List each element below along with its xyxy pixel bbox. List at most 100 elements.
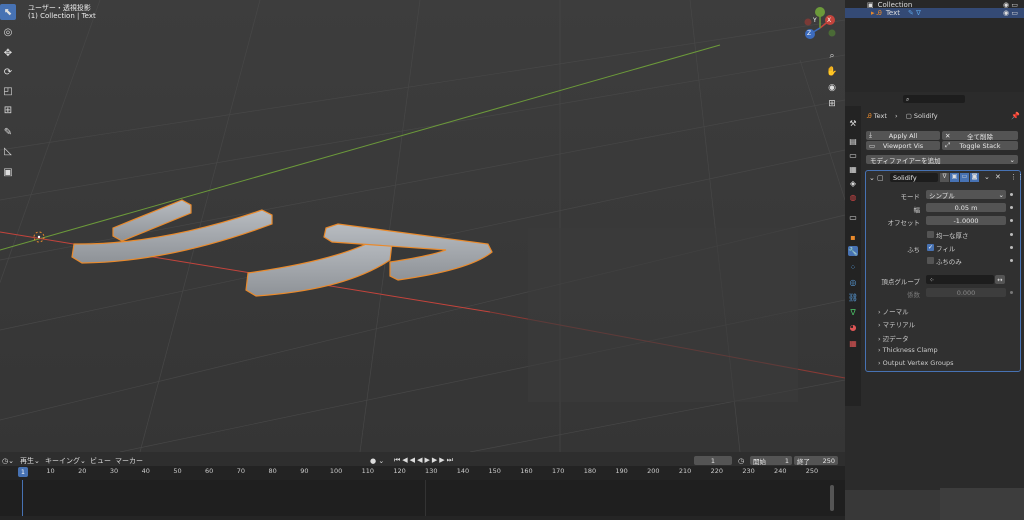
output-tab-icon[interactable]: ▭ <box>848 150 858 160</box>
record-icon[interactable]: ● ⌄ <box>370 456 384 465</box>
drag-handle-icon[interactable]: ⋮⋮ <box>1010 173 1024 181</box>
modifier-name-field[interactable]: Solidify <box>890 173 938 182</box>
data-tab-icon[interactable]: ∇ <box>848 307 858 317</box>
search-input[interactable]: ⌕ <box>903 95 965 103</box>
fill-checkbox[interactable]: ✓ <box>927 244 934 251</box>
visibility-icon[interactable]: ◉ ▭ <box>1003 9 1018 17</box>
section-materials[interactable]: › マテリアル <box>878 319 915 329</box>
solidify-modifier-icon: ▢ <box>877 174 884 182</box>
menu-keying[interactable]: キーイング ⌄ <box>45 456 86 465</box>
even-thickness-label: 均一な厚さ <box>936 232 969 240</box>
material-tab-icon[interactable]: ◕ <box>848 322 858 332</box>
factor-label: 係数 <box>907 291 920 299</box>
keyframe-dot[interactable] <box>1010 259 1013 262</box>
timeline-tick-label: 40 <box>141 467 150 475</box>
menu-playback[interactable]: 再生 ⌄ <box>20 456 40 465</box>
timeline-tick-label: 250 <box>805 467 819 475</box>
camera-icon[interactable]: ◉ <box>826 82 838 94</box>
delete-all-button[interactable]: ✕ 全て削除 <box>942 131 1018 141</box>
pin-icon[interactable]: 📌 <box>1011 112 1020 120</box>
grid-icon[interactable]: ⊞ <box>826 98 838 110</box>
scene-tab-icon[interactable]: ◈ <box>848 178 858 188</box>
select-tool-icon[interactable]: ⬉ <box>0 4 16 20</box>
cursor-tool-icon[interactable]: ◎ <box>0 24 16 40</box>
collapse-chevron-icon[interactable]: ⌄ <box>869 174 875 182</box>
remove-modifier-icon[interactable]: ✕ <box>995 173 1001 181</box>
apply-all-button[interactable]: ⤓ Apply All <box>866 131 940 140</box>
timeline-tick-label: 160 <box>520 467 533 475</box>
section-normals[interactable]: › ノーマル <box>878 306 909 316</box>
playhead-marker[interactable]: 1 <box>18 467 28 477</box>
viewport-icon[interactable]: ▭ <box>960 173 969 182</box>
menu-marker[interactable]: マーカー <box>115 456 143 465</box>
object-tab-icon[interactable]: ▪ <box>848 232 858 242</box>
zoom-icon[interactable]: ⌕ <box>826 50 838 62</box>
gizmo-x-label[interactable]: X <box>827 17 831 24</box>
section-edge-data[interactable]: › 辺データ <box>878 333 909 343</box>
keyframe-dot[interactable] <box>1010 219 1013 222</box>
timeline-tick-label: 50 <box>173 467 182 475</box>
transform-tool-icon[interactable]: ⊞ <box>0 102 16 118</box>
add-cube-tool-icon[interactable]: ▣ <box>0 164 16 180</box>
timeline-tick-label: 20 <box>78 467 87 475</box>
end-frame-field[interactable]: 終了 250 <box>794 456 838 466</box>
gizmo-y-label[interactable]: Y <box>813 17 817 24</box>
width-field[interactable]: 0.05 m <box>926 203 1006 212</box>
hand-icon[interactable]: ✋ <box>826 66 838 78</box>
keyframe-dot[interactable] <box>1010 291 1013 294</box>
keyframe-dot[interactable] <box>1010 193 1013 196</box>
edit-mode-icon[interactable]: ∇ <box>940 173 949 182</box>
start-frame-field[interactable]: 開始 1 <box>750 456 792 466</box>
keyframe-dot[interactable] <box>1010 206 1013 209</box>
keyframe-dot[interactable] <box>1010 246 1013 249</box>
offset-field[interactable]: -1.0000 <box>926 216 1006 225</box>
current-frame-field[interactable]: 1 <box>694 456 732 465</box>
particles-tab-icon[interactable]: ⁘ <box>848 262 858 272</box>
render-icon[interactable]: ◙ <box>970 173 979 182</box>
expand-icon: ⤢ <box>945 141 951 149</box>
timeline-tick-label: 210 <box>678 467 692 475</box>
editor-type-icon[interactable]: ◷⌄ <box>2 456 14 465</box>
rotate-tool-icon[interactable]: ⟳ <box>0 64 16 80</box>
scale-tool-icon[interactable]: ◰ <box>0 83 16 99</box>
even-thickness-checkbox[interactable] <box>927 231 934 238</box>
search-icon: ⌕ <box>906 96 910 103</box>
gizmo-z-label[interactable]: Z <box>807 30 811 37</box>
fill-label: フィル <box>936 245 956 253</box>
viewport-vis-button[interactable]: ▭ Viewport Vis <box>866 141 940 150</box>
menu-view[interactable]: ビュー <box>90 456 111 465</box>
view-layer-tab-icon[interactable]: ▦ <box>848 164 858 174</box>
factor-field[interactable]: 0.000 <box>926 288 1006 297</box>
tool-tab-icon[interactable]: ⚒ <box>848 118 858 128</box>
invert-toggle[interactable]: ↔ <box>995 275 1005 284</box>
timeline-divider <box>425 480 426 516</box>
playback-controls[interactable]: ⏮◀◀◀▶▶▶⏭ <box>394 456 455 465</box>
rim-only-checkbox[interactable] <box>927 257 934 264</box>
timeline-tick-label: 170 <box>551 467 565 475</box>
timeline-tick-label: 10 <box>46 467 55 475</box>
add-modifier-dropdown[interactable]: モディファイアーを追加 ⌄ <box>866 155 1018 165</box>
move-tool-icon[interactable]: ✥ <box>0 45 16 61</box>
keyframe-dot[interactable] <box>1010 233 1013 236</box>
timeline-tick-label: 70 <box>236 467 246 475</box>
dropdown-chevron-icon[interactable]: ⌄ <box>984 173 990 181</box>
timeline-body[interactable] <box>0 480 845 516</box>
cage-icon[interactable]: ▣ <box>950 173 959 182</box>
render-tab-icon[interactable]: ▤ <box>848 136 858 146</box>
timeline-tick-label: 120 <box>393 467 406 475</box>
toggle-stack-button[interactable]: ⤢ Toggle Stack <box>942 141 1018 150</box>
modifier-icon: ▢ <box>905 112 914 120</box>
section-output-vertex-groups[interactable]: › Output Vertex Groups <box>878 359 953 367</box>
vertex-group-field[interactable]: ⁘ <box>926 275 994 284</box>
3d-viewport[interactable]: Y X Z ユーザー・透視投影 (1) Collection | Text ⬉ … <box>0 0 845 452</box>
measure-tool-icon[interactable]: ◺ <box>0 143 16 159</box>
texture-tab-icon[interactable]: ▦ <box>848 338 858 348</box>
timeline-scrollbar[interactable] <box>830 485 834 511</box>
mode-dropdown[interactable]: シンプル ⌄ <box>926 190 1006 200</box>
timeline-tick-label: 190 <box>615 467 628 475</box>
section-thickness-clamp[interactable]: › Thickness Clamp <box>878 346 938 354</box>
annotate-tool-icon[interactable]: ✎ <box>0 124 16 140</box>
clock-icon[interactable]: ◷ <box>738 456 744 465</box>
outliner-row-text[interactable]: ▸ Ꭿ Text ✎ ∇ ◉ ▭ <box>845 8 1024 18</box>
monitor-icon: ▭ <box>869 141 876 150</box>
